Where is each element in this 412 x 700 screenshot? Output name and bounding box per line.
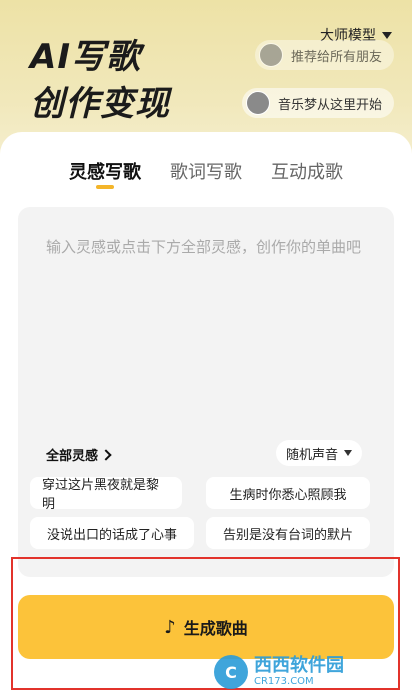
avatar (259, 43, 283, 67)
tab-inspiration[interactable]: 灵感写歌 (69, 158, 141, 184)
voice-selector[interactable]: 随机声音 (276, 440, 363, 466)
user-message-pill: 推荐给所有朋友 (255, 40, 395, 70)
watermark-sub: CR173.COM (254, 676, 314, 687)
suggestion-chip[interactable]: 生病时你悉心照顾我 (206, 477, 370, 509)
caret-down-icon (382, 31, 392, 39)
inspiration-editor[interactable]: 输入灵感或点击下方全部灵感，创作你的单曲吧 全部灵感 随机声音 穿过这片黑夜就是… (18, 207, 394, 577)
pill-text: 音乐梦从这里开始 (278, 97, 383, 113)
tab-bar: 灵感写歌 歌词写歌 互动成歌 (0, 158, 412, 198)
avatar (246, 91, 270, 115)
hero-title-line2: 创作变现 (30, 84, 170, 124)
suggestion-chip[interactable]: 告别是没有台词的默片 (206, 517, 370, 549)
chevron-right-icon (100, 448, 112, 461)
voice-label: 随机声音 (286, 447, 339, 463)
pill-text: 推荐给所有朋友 (291, 49, 383, 65)
watermark-main: 西西软件园 (254, 655, 344, 676)
editor-placeholder[interactable]: 输入灵感或点击下方全部灵感，创作你的单曲吧 (46, 234, 366, 260)
user-message-pill: 音乐梦从这里开始 (242, 88, 395, 118)
tab-interactive[interactable]: 互动成歌 (271, 158, 343, 184)
all-inspirations-label: 全部灵感 (46, 449, 99, 464)
caret-down-icon (344, 450, 353, 456)
watermark-logo-icon: C (214, 655, 248, 689)
hero-title-line1: AI写歌 (30, 37, 141, 77)
tab-lyrics[interactable]: 歌词写歌 (170, 158, 242, 184)
tab-active-indicator (96, 185, 114, 189)
suggestion-chip[interactable]: 没说出口的话成了心事 (30, 517, 194, 549)
all-inspirations-link[interactable]: 全部灵感 (46, 445, 112, 464)
watermark: C 西西软件园 CR173.COM (214, 652, 402, 692)
suggestion-chip[interactable]: 穿过这片黑夜就是黎明 (30, 477, 182, 512)
